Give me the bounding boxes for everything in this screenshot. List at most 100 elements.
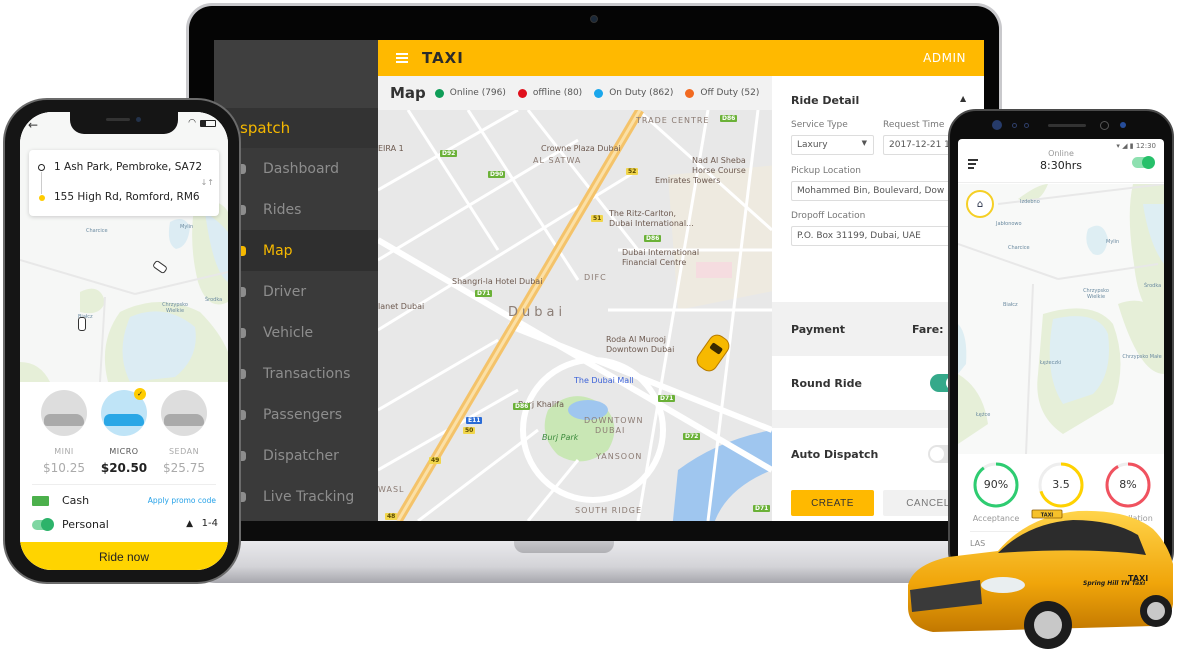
- progress-ring: 3.5: [1038, 462, 1084, 508]
- ride-now-button[interactable]: Ride now: [20, 542, 228, 570]
- dropoff-label: Dropoff Location: [791, 211, 866, 221]
- create-button[interactable]: CREATE: [791, 490, 874, 516]
- road-shield: D71: [753, 505, 771, 512]
- map-label: YANSOON: [596, 452, 643, 461]
- car-option-mini[interactable]: MINI $10.25: [34, 390, 94, 475]
- side-taxi-text: TAXI: [1128, 574, 1148, 583]
- map-label: Chrzypsko Wielkie: [1083, 288, 1109, 300]
- taxi-car-illustration: TAXI Spring Hill TN Taxi TAXI: [908, 509, 1173, 649]
- dropoff-address[interactable]: 155 High Rd, Romford, RM6: [54, 191, 200, 203]
- service-type-select[interactable]: Laxury ▼: [791, 135, 874, 155]
- map-label: AL SATWA: [533, 156, 582, 165]
- map-label: The Ritz-Carlton,: [609, 209, 677, 218]
- dropoff-dot-icon: [39, 195, 45, 201]
- rider-phone: Charcice Mylin Białcz Chrzypsko Wielkie …: [3, 98, 241, 584]
- road-shield: D92: [440, 150, 458, 157]
- legend-item[interactable]: Off Duty (52): [685, 88, 759, 98]
- payment-method[interactable]: Cash: [62, 494, 89, 507]
- request-time-label: Request Time: [883, 120, 945, 130]
- map-label: Roda Al Murooj: [606, 335, 666, 344]
- map-label: Chrzypsko Wielkie: [162, 302, 188, 314]
- legend-item[interactable]: Online (796): [434, 88, 506, 98]
- sidebar-item-label: Driver: [263, 283, 307, 300]
- ride-detail-title: Ride Detail: [791, 94, 860, 107]
- road-shield: 48: [385, 513, 398, 520]
- sidebar-item-label: Passengers: [263, 406, 343, 423]
- road-shield: 52: [626, 168, 639, 175]
- seat-count: 1-4: [201, 518, 218, 529]
- home-button[interactable]: ⌂: [966, 190, 994, 218]
- online-label: Online: [1048, 149, 1074, 158]
- dispatch-map[interactable]: TRADE CENTRE Crowne Plaza Dubai AL SATWA…: [378, 110, 772, 521]
- map-label: lanet Dubai: [378, 302, 425, 311]
- back-arrow-icon[interactable]: ←: [28, 118, 38, 132]
- map-label: Shangri-la Hotel Dubai: [452, 277, 543, 286]
- online-toggle[interactable]: [1132, 156, 1155, 169]
- map-header: Map Online (796) offline (80) On Duty (862…: [378, 76, 772, 110]
- profile-label: Personal: [62, 518, 109, 531]
- progress-ring: 8%: [1105, 462, 1151, 508]
- map-label: Białcz: [1003, 302, 1018, 308]
- road-shield: D72: [683, 433, 701, 440]
- map-label: Burj Park: [542, 433, 579, 442]
- service-type-label: Service Type: [791, 120, 848, 130]
- map-label: Horse Course: [692, 166, 746, 175]
- map-label: Charcice: [86, 228, 108, 234]
- road-shield: D86: [513, 403, 531, 410]
- status-dot-icon: [517, 88, 527, 98]
- road-shield: 49: [429, 457, 442, 464]
- map-label: Dubai International: [622, 248, 700, 257]
- laptop-chin: [186, 521, 1002, 541]
- swap-icon[interactable]: ↓↑: [201, 178, 214, 187]
- map-label: Crowne Plaza Dubai: [541, 144, 621, 153]
- route-card: 1 Ash Park, Pembroke, SA72 155 High Rd, …: [29, 150, 219, 216]
- map-label: Łężce: [976, 412, 991, 418]
- dropdown-arrow-icon: ▼: [861, 139, 867, 147]
- road-shield: D86: [720, 115, 738, 122]
- pickup-dot-icon: [38, 164, 45, 171]
- collapse-caret-icon[interactable]: ▲: [960, 94, 966, 103]
- check-icon: ✓: [134, 388, 146, 400]
- sidebar-item-label: Dashboard: [263, 160, 339, 177]
- hamburger-icon[interactable]: [396, 53, 408, 63]
- sidebar-item-label: Rides: [263, 201, 302, 218]
- map-title: Map: [390, 84, 426, 102]
- sidebar-item-label: Dispatcher: [263, 447, 339, 464]
- driver-header: Online 8:30hrs: [958, 149, 1164, 183]
- ride-options-sheet: MINI $10.25 ✓ MICRO $20.50 SEDAN $25.75 Cash A…: [20, 382, 228, 570]
- roof-sign-text: TAXI: [1041, 513, 1054, 519]
- legend-item[interactable]: On Duty (862): [594, 88, 673, 98]
- map-label: Izdebno: [1020, 199, 1040, 205]
- driver-map[interactable]: Izdebno Jabłonowo Charcice Mylin Chrzyps…: [958, 183, 1164, 455]
- map-label: DUBAI: [595, 426, 626, 435]
- road-shield: D90: [488, 171, 506, 178]
- pickup-address[interactable]: 1 Ash Park, Pembroke, SA72: [54, 161, 202, 173]
- car-option-sedan[interactable]: SEDAN $25.75: [154, 390, 214, 475]
- map-label: SOUTH RIDGE: [575, 506, 643, 515]
- road-shield: E11: [466, 417, 483, 424]
- map-label: Nad Al Sheba: [692, 156, 746, 165]
- personal-toggle[interactable]: [32, 518, 54, 531]
- legend-item[interactable]: offline (80): [517, 88, 582, 98]
- app-title: TAXI: [422, 49, 464, 67]
- rider-map[interactable]: Charcice Mylin Białcz Chrzypsko Wielkie …: [20, 112, 228, 383]
- map-label: Dubai International...: [609, 219, 694, 228]
- person-icon: ▲: [186, 519, 193, 529]
- sidebar-item-label: Live Tracking: [263, 488, 355, 505]
- sidebar-item-label: Transactions: [263, 365, 351, 382]
- road-shield: 50: [463, 427, 476, 434]
- map-label: Charcice: [1008, 245, 1030, 251]
- battery-icon: [200, 119, 216, 127]
- apply-promo-link[interactable]: Apply promo code: [148, 496, 216, 505]
- status-dot-icon: [685, 88, 695, 98]
- car-option-micro[interactable]: ✓ MICRO $20.50: [94, 388, 154, 475]
- map-label: Dubai: [508, 305, 567, 320]
- map-label: Jabłonowo: [996, 221, 1022, 227]
- rider-app-screen: Charcice Mylin Białcz Chrzypsko Wielkie …: [20, 112, 228, 570]
- map-label: Chrzypsko Małe: [1122, 354, 1162, 360]
- sidebar-item-label: Map: [263, 242, 293, 259]
- map-label: Mylin: [180, 224, 194, 230]
- map-label: Łężeczki: [1040, 360, 1062, 366]
- admin-menu[interactable]: ADMIN: [923, 51, 966, 65]
- home-icon: ⌂: [976, 198, 984, 210]
